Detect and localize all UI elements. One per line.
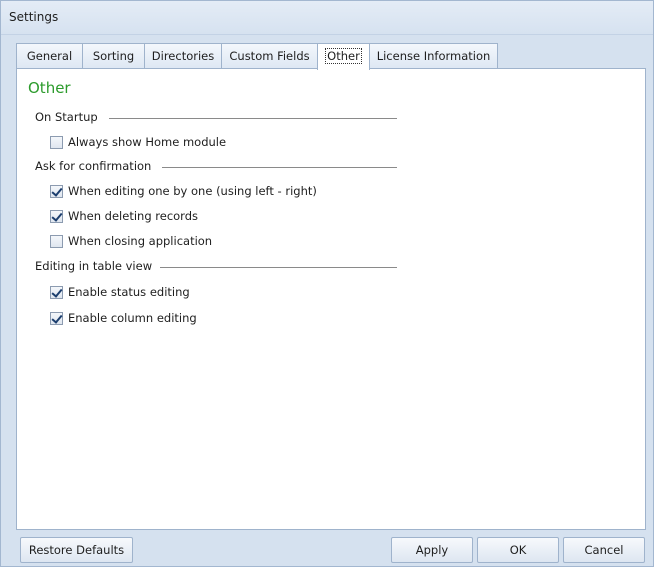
title-bar: Settings bbox=[1, 1, 653, 35]
cancel-button[interactable]: Cancel bbox=[563, 537, 645, 563]
checkbox-confirm-editing-one-by-one[interactable] bbox=[50, 184, 63, 198]
tab-license-information[interactable]: License Information bbox=[369, 43, 498, 69]
group-label-editing-in-table-view: Editing in table view bbox=[35, 259, 153, 273]
panel-heading: Other bbox=[28, 79, 71, 97]
window-title: Settings bbox=[9, 10, 59, 24]
group-label-on-startup: On Startup bbox=[35, 110, 98, 124]
option-always-show-home-module[interactable]: Always show Home module bbox=[50, 135, 226, 149]
option-label: When editing one by one (using left - ri… bbox=[68, 184, 317, 198]
group-label-ask-for-confirmation: Ask for confirmation bbox=[35, 159, 152, 173]
settings-window: Settings General Sorting Directories Cus… bbox=[0, 0, 654, 567]
tab-sorting[interactable]: Sorting bbox=[82, 43, 145, 69]
checkbox-always-show-home-module[interactable] bbox=[50, 135, 63, 149]
option-enable-status-editing[interactable]: Enable status editing bbox=[50, 285, 190, 299]
option-confirm-closing-application[interactable]: When closing application bbox=[50, 234, 212, 248]
apply-button[interactable]: Apply bbox=[391, 537, 473, 563]
option-confirm-deleting-records[interactable]: When deleting records bbox=[50, 209, 198, 223]
option-label: When deleting records bbox=[68, 209, 198, 223]
option-confirm-editing-one-by-one[interactable]: When editing one by one (using left - ri… bbox=[50, 184, 317, 198]
option-enable-column-editing[interactable]: Enable column editing bbox=[50, 311, 197, 325]
group-divider bbox=[109, 118, 397, 119]
group-divider bbox=[162, 167, 397, 168]
dialog-footer: Restore Defaults Apply OK Cancel bbox=[16, 537, 646, 565]
tab-custom-fields[interactable]: Custom Fields bbox=[221, 43, 318, 69]
group-divider bbox=[160, 267, 397, 268]
other-settings-panel: Other On Startup Always show Home module… bbox=[16, 68, 646, 530]
option-label: Enable status editing bbox=[68, 285, 190, 299]
ok-button[interactable]: OK bbox=[477, 537, 559, 563]
checkbox-confirm-closing-application[interactable] bbox=[50, 234, 63, 248]
restore-defaults-button[interactable]: Restore Defaults bbox=[20, 537, 133, 563]
tab-strip: General Sorting Directories Custom Field… bbox=[16, 43, 646, 70]
tab-other[interactable]: Other bbox=[317, 43, 370, 70]
option-label: When closing application bbox=[68, 234, 213, 248]
option-label: Enable column editing bbox=[68, 311, 197, 325]
checkbox-enable-column-editing[interactable] bbox=[50, 311, 63, 325]
checkbox-confirm-deleting-records[interactable] bbox=[50, 209, 63, 223]
option-label: Always show Home module bbox=[68, 135, 227, 149]
tab-general[interactable]: General bbox=[16, 43, 83, 69]
tab-directories[interactable]: Directories bbox=[144, 43, 222, 69]
checkbox-enable-status-editing[interactable] bbox=[50, 285, 63, 299]
